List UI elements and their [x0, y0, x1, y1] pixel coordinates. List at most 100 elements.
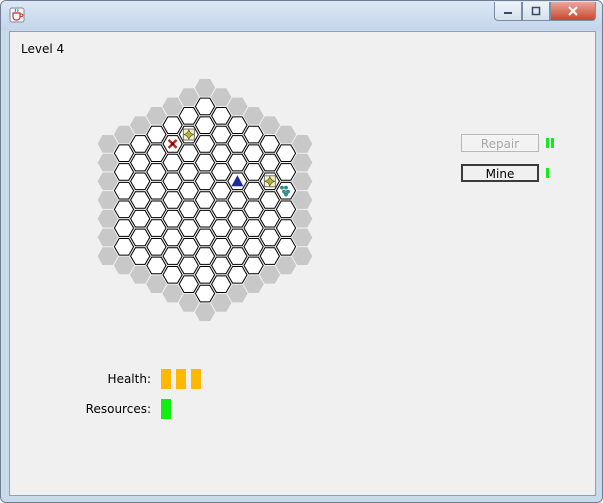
board-cell[interactable]	[146, 163, 167, 181]
board-cell[interactable]	[211, 275, 232, 293]
board-cell[interactable]	[227, 153, 248, 172]
board-cell[interactable]	[178, 181, 199, 200]
sparkle-icon[interactable]	[263, 175, 276, 188]
board-cell[interactable]	[275, 163, 297, 181]
board-cell[interactable]	[194, 97, 216, 116]
board-cell[interactable]	[275, 144, 297, 163]
close-button[interactable]	[550, 2, 596, 21]
board-cell[interactable]	[211, 237, 232, 256]
sparkle-icon[interactable]	[182, 128, 195, 141]
board-cell[interactable]	[146, 256, 167, 275]
board-cell[interactable]	[211, 163, 232, 181]
board-cell[interactable]	[130, 209, 151, 228]
board-cell[interactable]	[162, 153, 183, 172]
board-cell[interactable]	[227, 135, 248, 153]
board-cell[interactable]	[146, 181, 167, 200]
board-cell[interactable]	[130, 228, 151, 247]
board-cell[interactable]	[130, 172, 151, 191]
board-cell[interactable]	[211, 144, 232, 163]
mine-button[interactable]: Mine	[461, 164, 539, 182]
board-cell[interactable]	[211, 181, 232, 200]
board-cell[interactable]	[130, 247, 151, 265]
board-cell[interactable]	[194, 153, 216, 172]
board-cell[interactable]	[146, 125, 167, 144]
board-cell[interactable]	[178, 107, 199, 125]
border-hex	[162, 284, 183, 303]
board-cell[interactable]	[162, 247, 183, 265]
board-cell[interactable]	[275, 237, 297, 256]
board-cell[interactable]	[211, 107, 232, 125]
board-cell[interactable]	[243, 256, 264, 275]
board-cell[interactable]	[275, 219, 297, 237]
board-cell[interactable]	[259, 228, 280, 247]
board-cell[interactable]	[178, 275, 199, 293]
board-cell[interactable]	[162, 116, 183, 134]
board-cell[interactable]	[146, 200, 167, 219]
board-cell[interactable]	[243, 219, 264, 237]
board-cell[interactable]	[227, 266, 248, 284]
board-cell[interactable]	[130, 135, 151, 153]
board-cell[interactable]	[162, 209, 183, 228]
board-cell[interactable]	[259, 191, 280, 209]
board-cell[interactable]	[178, 163, 199, 181]
board-cell[interactable]	[178, 237, 199, 256]
board-cell[interactable]	[194, 284, 216, 303]
board-cell[interactable]	[194, 135, 216, 153]
board-cell[interactable]	[227, 247, 248, 265]
board-cell[interactable]	[194, 266, 216, 284]
board-cell[interactable]	[211, 256, 232, 275]
board-cell[interactable]	[162, 191, 183, 209]
board-cell[interactable]	[178, 200, 199, 219]
board-cell[interactable]	[259, 247, 280, 265]
board-cell[interactable]	[243, 125, 264, 144]
board-cell[interactable]	[162, 266, 183, 284]
board-cell[interactable]	[178, 219, 199, 237]
board-cell[interactable]	[259, 135, 280, 153]
board-cell[interactable]	[243, 163, 264, 181]
board-cell[interactable]	[211, 125, 232, 144]
board-cell[interactable]	[243, 237, 264, 256]
board-cell[interactable]	[275, 200, 297, 219]
board-cell[interactable]	[194, 191, 216, 209]
board-cell[interactable]	[113, 163, 135, 181]
board-cell[interactable]	[211, 219, 232, 237]
board-cell[interactable]	[113, 237, 135, 256]
board-cell[interactable]	[227, 228, 248, 247]
board-cell[interactable]	[194, 247, 216, 265]
hex-board[interactable]	[10, 32, 595, 495]
board-cell[interactable]	[130, 191, 151, 209]
board-cell[interactable]	[113, 144, 135, 163]
board-cell[interactable]	[259, 209, 280, 228]
board-cell[interactable]	[178, 144, 199, 163]
board-cell[interactable]	[194, 116, 216, 134]
board-cell[interactable]	[146, 219, 167, 237]
board-cell[interactable]	[194, 209, 216, 228]
border-hex	[292, 135, 313, 153]
board-cell[interactable]	[113, 200, 135, 219]
board-cell[interactable]	[194, 228, 216, 247]
board-cell[interactable]	[259, 153, 280, 172]
board-cell[interactable]	[243, 181, 264, 200]
border-hex	[97, 135, 118, 153]
board-cell[interactable]	[146, 144, 167, 163]
board-cell[interactable]	[146, 237, 167, 256]
board-cell[interactable]	[178, 256, 199, 275]
board-cell[interactable]	[227, 116, 248, 134]
board-cell[interactable]	[194, 172, 216, 191]
board-cell[interactable]	[162, 172, 183, 191]
board-cell[interactable]	[130, 153, 151, 172]
board-cell[interactable]	[113, 219, 135, 237]
resources-label: Resources:	[85, 402, 151, 416]
board-cell[interactable]	[211, 200, 232, 219]
board-cell[interactable]	[227, 191, 248, 209]
minimize-button[interactable]	[494, 2, 522, 21]
title-bar[interactable]	[1, 1, 602, 30]
board-cell[interactable]	[162, 228, 183, 247]
board-cell[interactable]	[243, 200, 264, 219]
repair-button[interactable]: Repair	[461, 134, 539, 152]
maximize-button[interactable]	[522, 2, 550, 21]
board-cell[interactable]	[113, 181, 135, 200]
app-window: Level 4 Repair Mine Health: Resources:	[0, 0, 603, 503]
board-cell[interactable]	[227, 209, 248, 228]
board-cell[interactable]	[243, 144, 264, 163]
